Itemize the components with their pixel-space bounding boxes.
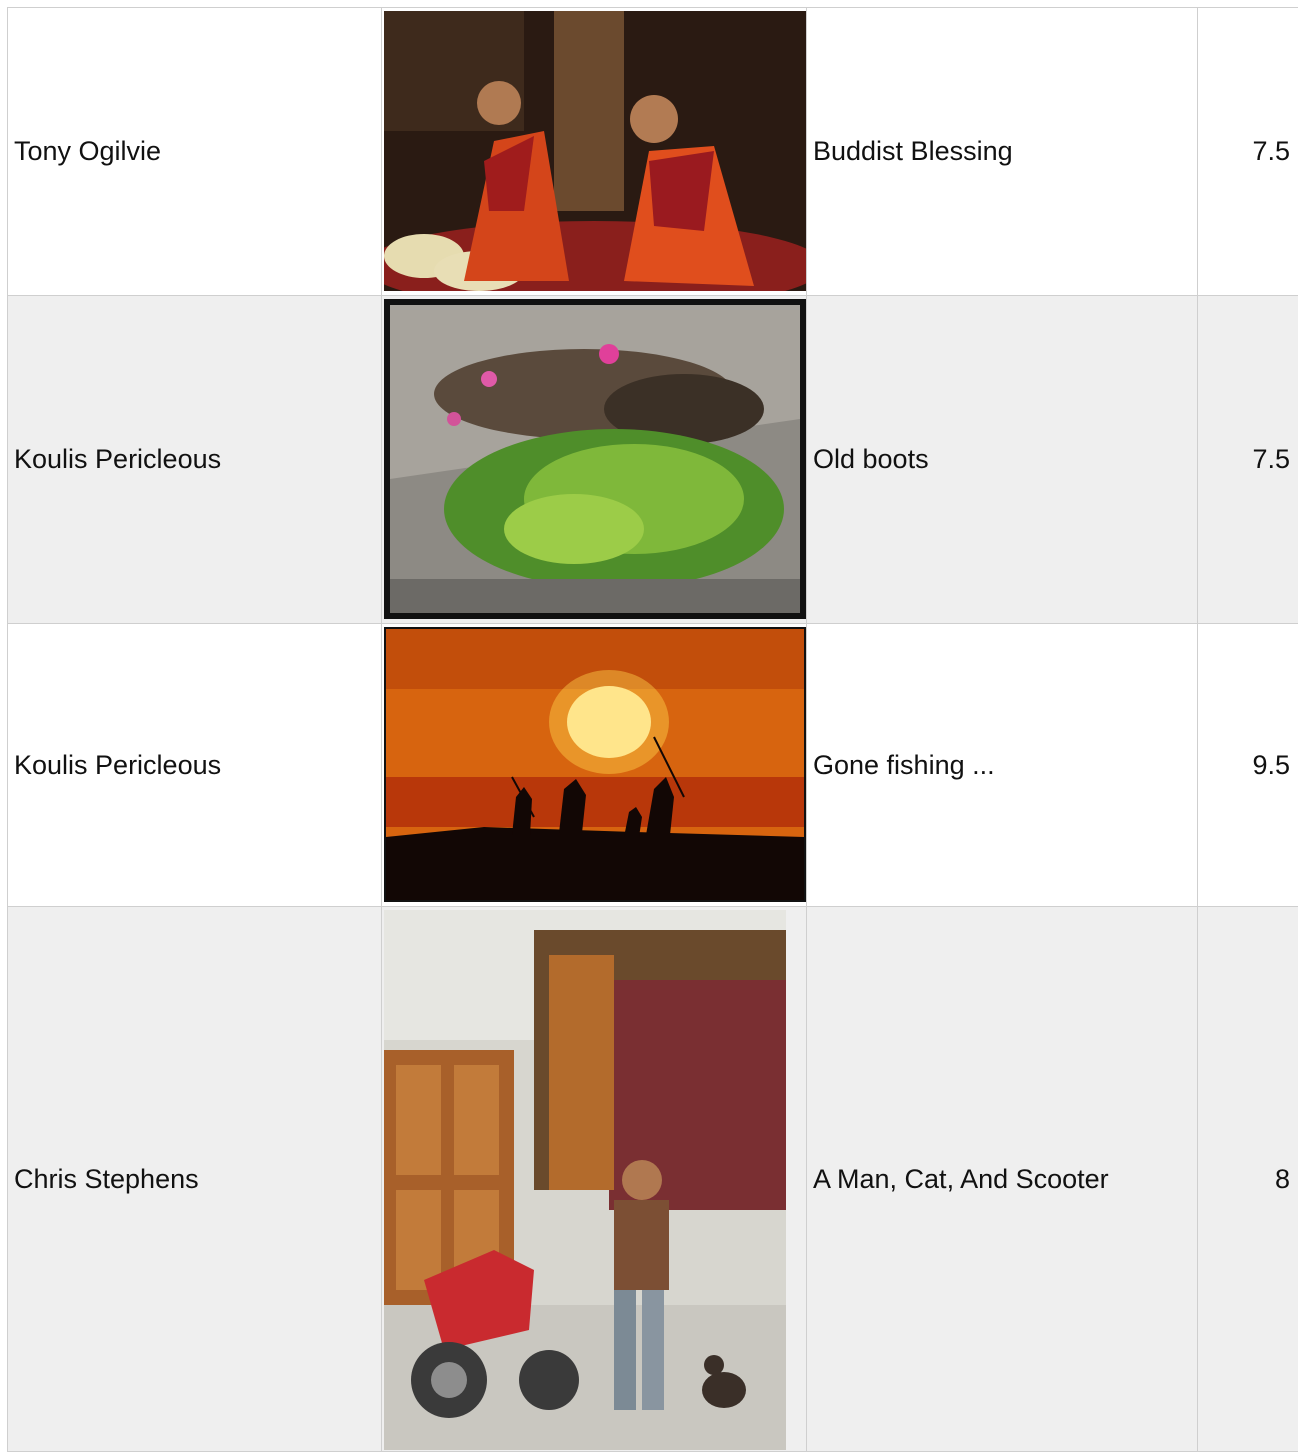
title-cell: Buddist Blessing [807, 8, 1198, 296]
score-cell: 8 [1198, 907, 1298, 1452]
table-row: Koulis Pericleous [8, 624, 1298, 907]
score-cell: 7.5 [1198, 296, 1298, 624]
man-cat-scooter-photo[interactable] [384, 910, 786, 1450]
table-row: Tony Ogilvie Buddist B [8, 8, 1298, 296]
title-cell: Old boots [807, 296, 1198, 624]
results-table: Tony Ogilvie Buddist B [7, 7, 1298, 1452]
boots-flowers-photo[interactable] [384, 299, 806, 619]
author-cell: Chris Stephens [8, 907, 382, 1452]
photo-cell [382, 296, 807, 624]
monks-photo[interactable] [384, 11, 806, 291]
title-cell: Gone fishing ... [807, 624, 1198, 907]
title-cell: A Man, Cat, And Scooter [807, 907, 1198, 1452]
author-cell: Koulis Pericleous [8, 624, 382, 907]
author-cell: Koulis Pericleous [8, 296, 382, 624]
sunset-fishermen-photo[interactable] [384, 627, 806, 902]
score-cell: 7.5 [1198, 8, 1298, 296]
score-cell: 9.5 [1198, 624, 1298, 907]
photo-cell [382, 907, 807, 1452]
author-cell: Tony Ogilvie [8, 8, 382, 296]
table-row: Koulis Pericleous Old [8, 296, 1298, 624]
photo-cell [382, 8, 807, 296]
photo-cell [382, 624, 807, 907]
table-row: Chris Stephens [8, 907, 1298, 1452]
